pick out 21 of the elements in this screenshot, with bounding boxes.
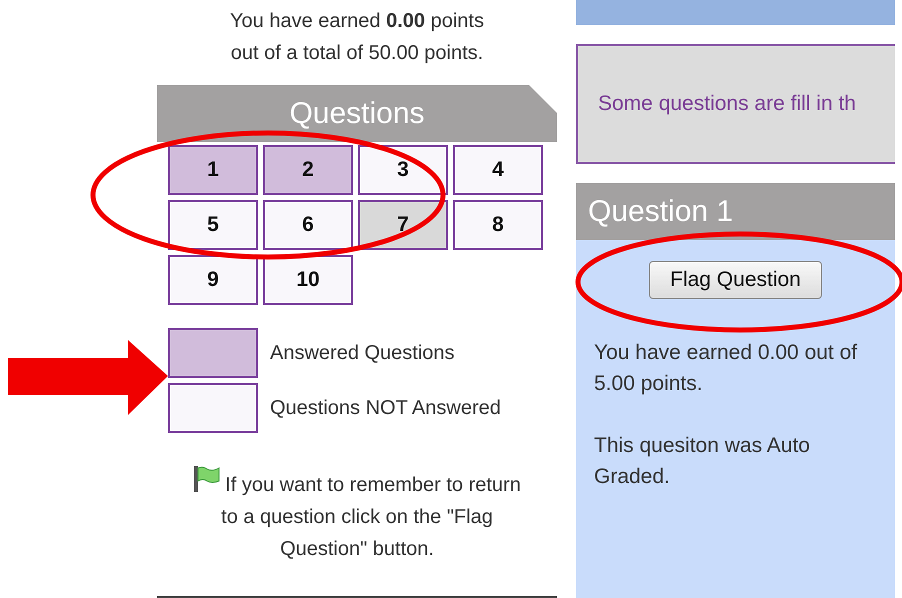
question-number-button[interactable]: 8 [453, 200, 543, 250]
question-number-button[interactable]: 2 [263, 145, 353, 195]
question-number-button[interactable]: 1 [168, 145, 258, 195]
question-header: Question 1 [576, 183, 895, 240]
notice-text: Some questions are fill in th [598, 91, 856, 118]
flag-question-button[interactable]: Flag Question [649, 261, 822, 299]
legend-label: Answered Questions [270, 341, 455, 366]
question-number-button[interactable]: 4 [453, 145, 543, 195]
flag-icon [193, 465, 222, 493]
grading-text: This quesiton was Auto Graded. [593, 433, 811, 490]
question-number-button[interactable]: 9 [168, 255, 258, 305]
score-text: You have earned 0.00 points [230, 9, 484, 34]
question-number-button[interactable]: 6 [263, 200, 353, 250]
question-number-button[interactable]: 5 [168, 200, 258, 250]
question-number-button[interactable]: 10 [263, 255, 353, 305]
score-text: out of a total of 50.00 points. [230, 41, 484, 66]
questions-header: Questions [157, 85, 557, 142]
question-score-text: You have earned 0.00 out of 5.00 points. [593, 340, 858, 397]
legend-label: Questions NOT Answered [270, 396, 501, 421]
question-number-button[interactable]: 3 [358, 145, 448, 195]
flag-hint-text: If you want to remember to return to a question click on the "Flag Question" button. [221, 474, 521, 560]
